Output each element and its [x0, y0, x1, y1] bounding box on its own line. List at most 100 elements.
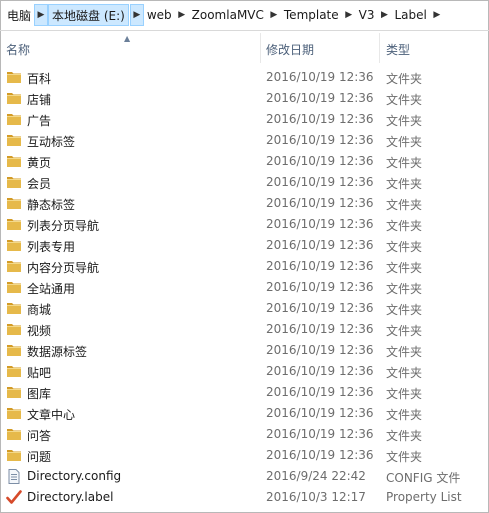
breadcrumb-web[interactable]: web	[144, 4, 175, 26]
folder-icon	[6, 154, 22, 169]
file-row[interactable]: 百科 2016/10/19 12:36 文件夹	[0, 67, 489, 88]
file-type: 文件夹	[386, 240, 423, 254]
file-modified-date: 2016/10/19 12:36	[266, 196, 374, 210]
file-modified-date: 2016/10/19 12:36	[266, 238, 374, 252]
column-divider[interactable]	[379, 33, 380, 63]
file-name: Directory.label	[27, 490, 114, 504]
breadcrumb-label[interactable]: Label	[392, 4, 430, 26]
folder-icon	[6, 112, 22, 127]
breadcrumb-drive-e[interactable]: 本地磁盘 (E:)	[48, 4, 129, 26]
file-type: 文件夹	[386, 408, 423, 422]
file-name: 商城	[27, 303, 52, 317]
file-type: 文件夹	[386, 135, 423, 149]
file-row[interactable]: 数据源标签 2016/10/19 12:36 文件夹	[0, 340, 489, 361]
file-type: CONFIG 文件	[386, 471, 461, 485]
file-modified-date: 2016/10/19 12:36	[266, 406, 374, 420]
file-type: 文件夹	[386, 387, 423, 401]
file-modified-date: 2016/10/19 12:36	[266, 322, 374, 336]
file-row[interactable]: 问答 2016/10/19 12:36 文件夹	[0, 424, 489, 445]
breadcrumb-computer[interactable]: 电脑	[4, 4, 34, 26]
column-divider[interactable]	[260, 33, 261, 63]
file-name: 会员	[27, 177, 52, 191]
file-name: 全站通用	[27, 282, 76, 296]
file-name: 列表专用	[27, 240, 76, 254]
file-type: 文件夹	[386, 156, 423, 170]
file-row[interactable]: Directory.config 2016/9/24 22:42 CONFIG 文件	[0, 466, 489, 487]
file-modified-date: 2016/10/19 12:36	[266, 448, 374, 462]
column-modified[interactable]: 修改日期	[266, 41, 314, 58]
column-name[interactable]: 名称	[6, 41, 30, 58]
folder-icon	[6, 301, 22, 316]
file-row[interactable]: 列表分页导航 2016/10/19 12:36 文件夹	[0, 214, 489, 235]
chevron-right-icon[interactable]: ▶	[34, 4, 49, 26]
file-row[interactable]: 内容分页导航 2016/10/19 12:36 文件夹	[0, 256, 489, 277]
folder-icon	[6, 133, 22, 148]
file-row[interactable]: 店铺 2016/10/19 12:36 文件夹	[0, 88, 489, 109]
file-modified-date: 2016/10/19 12:36	[266, 259, 374, 273]
file-name: 文章中心	[27, 408, 76, 422]
file-type: 文件夹	[386, 429, 423, 443]
file-row[interactable]: 静态标签 2016/10/19 12:36 文件夹	[0, 193, 489, 214]
file-name: 静态标签	[27, 198, 76, 212]
file-row[interactable]: 图库 2016/10/19 12:36 文件夹	[0, 382, 489, 403]
file-name: 问题	[27, 450, 52, 464]
file-name: 广告	[27, 114, 52, 128]
file-row[interactable]: 视频 2016/10/19 12:36 文件夹	[0, 319, 489, 340]
file-type: 文件夹	[386, 114, 423, 128]
config-file-icon	[6, 469, 22, 484]
file-row[interactable]: 互动标签 2016/10/19 12:36 文件夹	[0, 130, 489, 151]
file-type: 文件夹	[386, 93, 423, 107]
file-list: 百科 2016/10/19 12:36 文件夹 店铺 2016/10/19 12:36 文…	[0, 67, 489, 508]
file-row[interactable]: 商城 2016/10/19 12:36 文件夹	[0, 298, 489, 319]
file-modified-date: 2016/10/19 12:36	[266, 385, 374, 399]
folder-icon	[6, 259, 22, 274]
folder-icon	[6, 217, 22, 232]
file-modified-date: 2016/10/19 12:36	[266, 280, 374, 294]
file-name: 内容分页导航	[27, 261, 100, 275]
file-name: Directory.config	[27, 469, 122, 483]
file-row[interactable]: 广告 2016/10/19 12:36 文件夹	[0, 109, 489, 130]
file-row[interactable]: 文章中心 2016/10/19 12:36 文件夹	[0, 403, 489, 424]
chevron-right-icon[interactable]: ▶	[129, 4, 144, 26]
folder-icon	[6, 238, 22, 253]
file-row[interactable]: 黄页 2016/10/19 12:36 文件夹	[0, 151, 489, 172]
file-row[interactable]: 贴吧 2016/10/19 12:36 文件夹	[0, 361, 489, 382]
chevron-right-icon[interactable]: ▶	[175, 4, 189, 26]
column-type[interactable]: 类型	[386, 41, 410, 58]
file-row[interactable]: 问题 2016/10/19 12:36 文件夹	[0, 445, 489, 466]
file-row[interactable]: 列表专用 2016/10/19 12:36 文件夹	[0, 235, 489, 256]
folder-icon	[6, 196, 22, 211]
file-modified-date: 2016/10/3 12:17	[266, 490, 366, 504]
file-modified-date: 2016/10/19 12:36	[266, 343, 374, 357]
folder-icon	[6, 175, 22, 190]
file-modified-date: 2016/10/19 12:36	[266, 364, 374, 378]
file-modified-date: 2016/10/19 12:36	[266, 70, 374, 84]
file-row[interactable]: 会员 2016/10/19 12:36 文件夹	[0, 172, 489, 193]
folder-icon	[6, 427, 22, 442]
file-name: 互动标签	[27, 135, 76, 149]
file-name: 列表分页导航	[27, 219, 100, 233]
file-type: 文件夹	[386, 72, 423, 86]
breadcrumb-v3[interactable]: V3	[356, 4, 378, 26]
file-type: 文件夹	[386, 303, 423, 317]
sort-ascending-icon: ▲	[124, 34, 131, 43]
chevron-right-icon[interactable]: ▶	[378, 4, 392, 26]
file-modified-date: 2016/10/19 12:36	[266, 91, 374, 105]
address-bar[interactable]: 电脑 ▶ 本地磁盘 (E:) ▶ web ▶ ZoomlaMVC ▶ Templ…	[0, 0, 489, 31]
file-modified-date: 2016/10/19 12:36	[266, 217, 374, 231]
chevron-right-icon[interactable]: ▶	[342, 4, 356, 26]
file-row[interactable]: Directory.label 2016/10/3 12:17 Property L…	[0, 487, 489, 508]
file-name: 数据源标签	[27, 345, 88, 359]
folder-icon	[6, 91, 22, 106]
breadcrumb-zoomlamvc[interactable]: ZoomlaMVC	[189, 4, 267, 26]
folder-icon	[6, 385, 22, 400]
file-name: 百科	[27, 72, 52, 86]
folder-icon	[6, 343, 22, 358]
file-type: 文件夹	[386, 177, 423, 191]
breadcrumb-template[interactable]: Template	[281, 4, 342, 26]
chevron-right-icon[interactable]: ▶	[430, 4, 444, 26]
file-name: 图库	[27, 387, 52, 401]
chevron-right-icon[interactable]: ▶	[267, 4, 281, 26]
file-name: 店铺	[27, 93, 52, 107]
file-row[interactable]: 全站通用 2016/10/19 12:36 文件夹	[0, 277, 489, 298]
